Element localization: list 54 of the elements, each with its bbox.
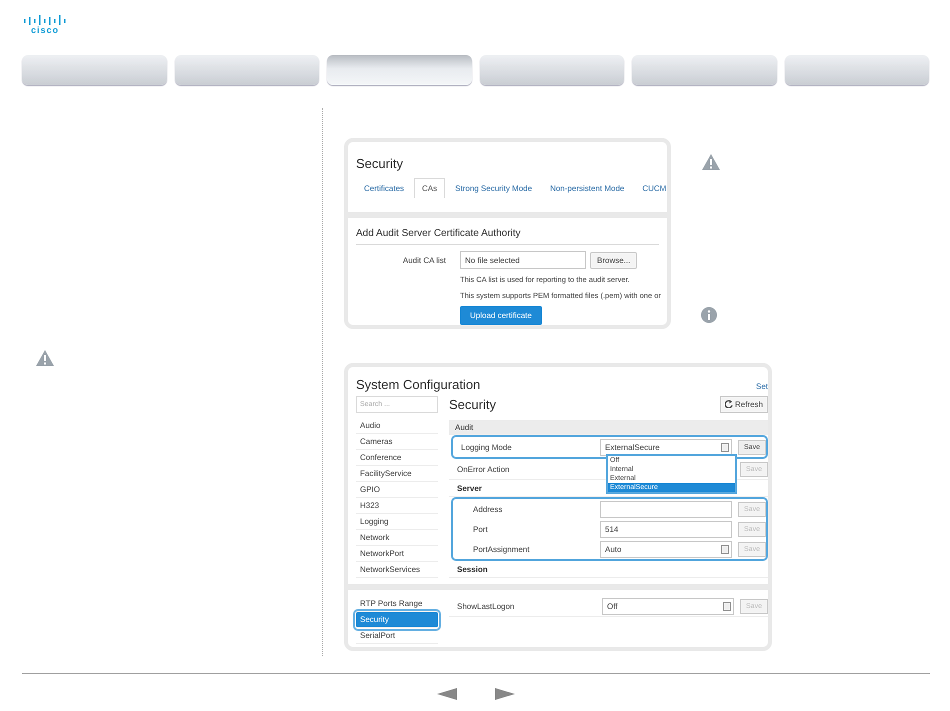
select-field[interactable]: Auto: [600, 540, 732, 558]
info-icon: [701, 307, 717, 323]
field-label: Audit CA list: [402, 256, 447, 264]
setting-label: Port: [472, 524, 489, 534]
nav-tab[interactable]: [174, 55, 319, 85]
sidebar-item[interactable]: NetworkServices: [356, 562, 438, 578]
panel-title: System Configuration: [356, 377, 480, 392]
panel-title: Security: [356, 156, 404, 171]
tab[interactable]: CUCM: [634, 178, 667, 198]
next-page-icon[interactable]: [495, 688, 515, 700]
nav-tab[interactable]: [784, 55, 929, 85]
sidebar-item[interactable]: GPIO: [356, 482, 438, 498]
setting-label: Logging Mode: [461, 442, 513, 452]
previous-page-icon[interactable]: [437, 688, 457, 700]
sidebar-item[interactable]: Security: [356, 612, 438, 628]
upload-button[interactable]: Upload certificate: [460, 306, 542, 325]
setting-label: OnError Action: [457, 464, 510, 474]
nav-tab[interactable]: [327, 55, 472, 85]
setting-label: Address: [472, 504, 504, 514]
nav-tab[interactable]: [632, 55, 776, 85]
sidebar-item[interactable]: Cameras: [356, 434, 438, 450]
sidebar-item[interactable]: SerialPort: [356, 628, 438, 644]
nav-tab[interactable]: [480, 55, 624, 85]
setting-label: ShowLastLogon: [457, 602, 516, 610]
select-field[interactable]: ExternalSecure: [600, 438, 732, 456]
browse-button[interactable]: Browse...: [590, 252, 638, 268]
section-header: Audit: [449, 420, 768, 435]
sidebar-item[interactable]: Logging: [356, 514, 438, 530]
refresh-icon: [724, 400, 733, 408]
sidebar-item[interactable]: H323: [356, 498, 438, 514]
logo-bars-icon: [24, 15, 66, 25]
section-title: Add Audit Server Certificate Authority: [356, 228, 659, 245]
file-field[interactable]: No file selected: [460, 251, 586, 269]
logo-text: cisco: [30, 26, 59, 35]
warning-icon: [35, 349, 55, 367]
select-field[interactable]: Off: [602, 598, 734, 614]
tab[interactable]: Non-persistent Mode: [542, 178, 632, 198]
sidebar-item[interactable]: Network: [356, 530, 438, 546]
refresh-button[interactable]: Refresh: [720, 396, 768, 412]
input-field[interactable]: 514: [600, 520, 732, 538]
input-field[interactable]: [600, 500, 732, 518]
sidebar-item[interactable]: FacilityService: [356, 466, 438, 482]
setting-label: PortAssignment: [472, 544, 530, 554]
sidebar-item[interactable]: Audio: [356, 418, 438, 434]
nav-tab[interactable]: [22, 55, 166, 85]
tab[interactable]: Strong Security Mode: [447, 178, 540, 198]
header-link[interactable]: Set: [756, 382, 768, 391]
tab[interactable]: Certificates: [356, 178, 412, 198]
page-heading: Security: [449, 396, 496, 412]
subsection-header: Session: [449, 561, 768, 578]
tab[interactable]: CAs: [414, 178, 446, 198]
sidebar-item[interactable]: Conference: [356, 450, 438, 466]
sidebar-item[interactable]: NetworkPort: [356, 546, 438, 562]
warning-icon: [701, 153, 721, 171]
